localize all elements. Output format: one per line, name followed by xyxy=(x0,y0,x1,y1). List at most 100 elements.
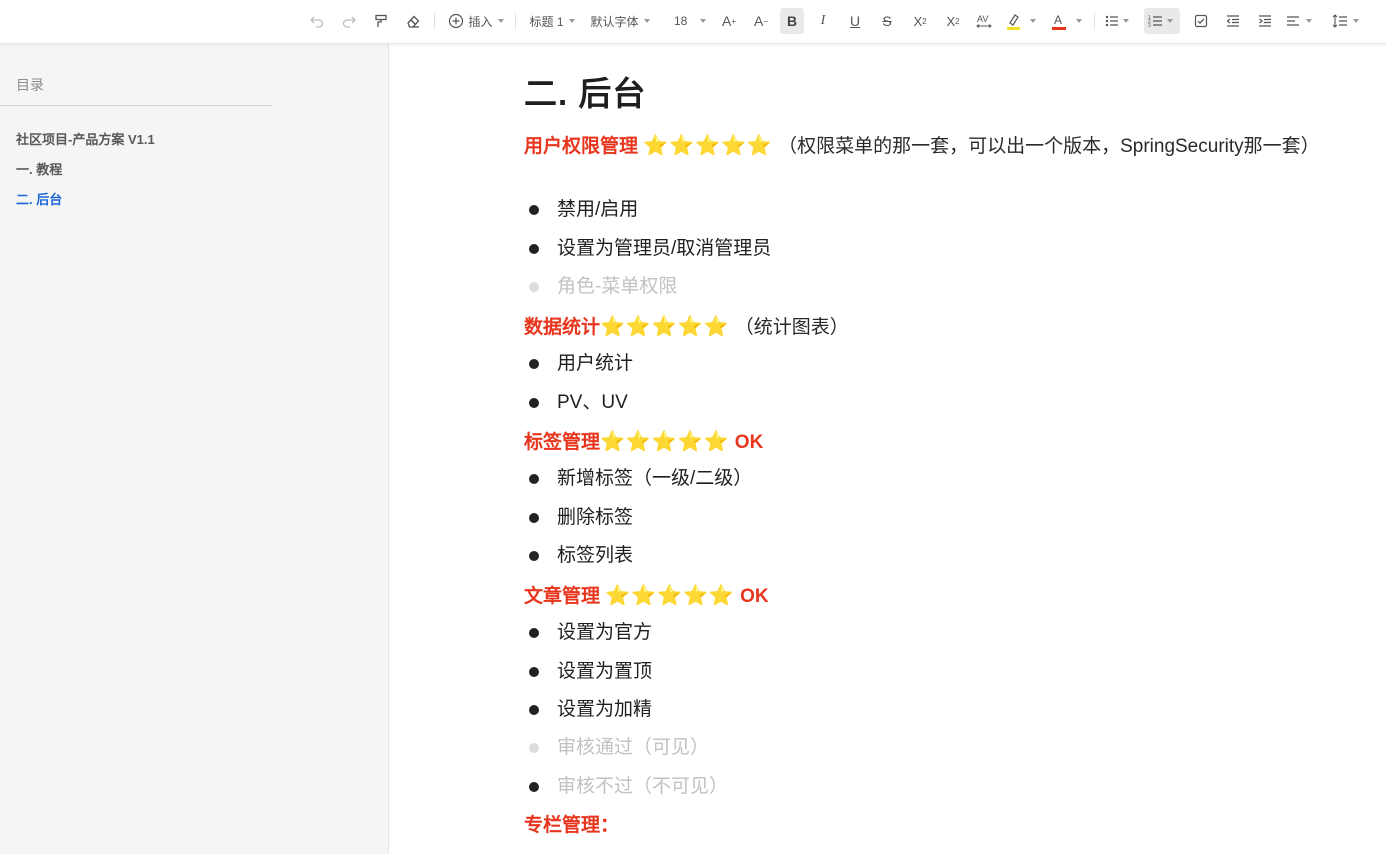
chevron-down-icon xyxy=(1076,19,1082,23)
chevron-down-icon xyxy=(643,19,650,23)
list-item-text: 禁用/启用 xyxy=(557,199,639,220)
highlight-color-button[interactable] xyxy=(1004,8,1040,34)
superscript-icon[interactable]: X2 xyxy=(941,8,965,34)
chevron-down-icon xyxy=(700,19,707,23)
chevron-down-icon xyxy=(1030,19,1036,23)
svg-text:AV: AV xyxy=(977,14,988,24)
numbered-list-icon: 123 xyxy=(1148,15,1162,29)
star-rating: ⭐️⭐️⭐️⭐️⭐️ xyxy=(605,585,735,607)
status-ok: OK xyxy=(734,586,769,607)
list-item-text: 审核不过（不可见） xyxy=(557,776,729,797)
list-item-text: 设置为管理员/取消管理员 xyxy=(557,238,772,259)
bullet-dot xyxy=(529,398,539,408)
checklist-icon[interactable] xyxy=(1190,8,1212,34)
page-title: 二. 后台 xyxy=(524,75,647,112)
highlighter-icon xyxy=(1007,14,1020,30)
align-button[interactable] xyxy=(1286,8,1322,34)
plus-circle-icon xyxy=(449,13,464,29)
bullet-dot xyxy=(529,244,539,254)
outdent-icon[interactable] xyxy=(1222,8,1244,34)
heading-style-value: 标题 1 xyxy=(529,14,564,29)
section-heading-user-permissions: 用户权限管理 ⭐️⭐️⭐️⭐️⭐️ （权限菜单的那一套，可以出一个版本，Spri… xyxy=(524,133,1346,160)
star-rating: ⭐️⭐️⭐️⭐️⭐️ xyxy=(643,135,773,157)
toc-title: 目录 xyxy=(16,77,44,93)
chevron-down-icon xyxy=(1123,19,1129,23)
toolbar-separator xyxy=(434,13,435,29)
bullet-list-icon xyxy=(1105,15,1118,27)
section-title: 用户权限管理 xyxy=(524,136,639,157)
toc-item-doc-title[interactable]: 社区项目-产品方案 V1.1 xyxy=(16,129,155,148)
star-rating: ⭐️⭐️⭐️⭐️⭐️ xyxy=(600,316,730,338)
font-family-value: 默认字体 xyxy=(590,14,639,29)
numbered-list-button[interactable]: 123 xyxy=(1144,8,1180,34)
section-title: 标签管理 xyxy=(524,432,601,453)
star-rating: ⭐️⭐️⭐️⭐️⭐️ xyxy=(600,431,730,453)
svg-text:A: A xyxy=(1054,13,1062,27)
section-heading-articles: 文章管理 ⭐️⭐️⭐️⭐️⭐️ OK xyxy=(524,583,1346,610)
toc-item-backend[interactable]: 二. 后台 xyxy=(16,189,62,208)
bullet-dot xyxy=(529,705,539,715)
toc-sidebar: 目录 社区项目-产品方案 V1.1 一. 教程 二. 后台 xyxy=(0,44,389,854)
bullet-dot xyxy=(529,282,539,292)
bullet-dot xyxy=(529,513,539,523)
line-height-icon xyxy=(1332,14,1347,28)
list-item-text: 标签列表 xyxy=(557,545,634,566)
list-item-text: PV、UV xyxy=(557,392,628,413)
font-color-button[interactable]: A xyxy=(1050,8,1086,34)
list-item-text: 用户统计 xyxy=(557,353,634,374)
chevron-down-icon xyxy=(1353,19,1359,23)
bullet-dot xyxy=(529,551,539,561)
align-left-icon xyxy=(1287,16,1299,26)
font-size-value: 18 xyxy=(674,14,688,28)
svg-text:3: 3 xyxy=(1148,23,1151,29)
toolbar-separator xyxy=(515,13,516,29)
heading-style-select[interactable]: 标题 1 xyxy=(526,8,578,34)
section-heading-data-stats: 数据统计⭐️⭐️⭐️⭐️⭐️ （统计图表） xyxy=(524,314,1346,341)
insert-button[interactable]: 插入 xyxy=(446,8,506,34)
list-item-text: 审核通过（可见） xyxy=(557,737,710,758)
italic-icon[interactable]: I xyxy=(812,8,834,34)
status-ok: OK xyxy=(729,432,764,453)
insert-label: 插入 xyxy=(468,14,493,29)
strikethrough-icon[interactable]: S xyxy=(876,8,898,34)
increase-font-icon[interactable]: A + xyxy=(718,8,740,34)
section-heading-columns: 专栏管理： xyxy=(524,813,1346,839)
toc-item-tutorial[interactable]: 一. 教程 xyxy=(16,159,62,178)
list-item-text: 设置为官方 xyxy=(557,622,653,643)
section-note: （统计图表） xyxy=(729,317,849,338)
bullet-dot xyxy=(529,474,539,484)
bullet-dot xyxy=(529,667,539,677)
redo-icon[interactable] xyxy=(338,8,360,34)
decrease-font-icon[interactable]: A − xyxy=(750,8,772,34)
font-family-select[interactable]: 默认字体 xyxy=(588,8,652,34)
chevron-down-icon xyxy=(1306,19,1312,23)
font-color-icon: A xyxy=(1052,13,1066,30)
section-title: 数据统计 xyxy=(524,317,601,338)
bullet-dot xyxy=(529,359,539,369)
eraser-icon[interactable] xyxy=(402,8,424,34)
section-title: 文章管理 xyxy=(524,586,601,607)
chevron-down-icon xyxy=(1167,19,1173,23)
format-painter-icon[interactable] xyxy=(370,8,392,34)
list-item-text: 设置为加精 xyxy=(557,699,653,720)
toolbar-separator xyxy=(1094,13,1095,29)
indent-icon[interactable] xyxy=(1254,8,1276,34)
list-item-text: 新增标签（一级/二级） xyxy=(557,468,753,489)
list-item-text: 设置为置顶 xyxy=(557,661,653,682)
line-height-button[interactable] xyxy=(1332,8,1368,34)
font-size-select[interactable]: 18 xyxy=(670,8,708,34)
undo-icon[interactable] xyxy=(306,8,328,34)
letter-spacing-icon[interactable]: AV xyxy=(973,8,995,34)
bullet-dot xyxy=(529,205,539,215)
chevron-down-icon xyxy=(497,19,504,23)
section-note: （权限菜单的那一套，可以出一个版本，SpringSecurity那一套） xyxy=(772,136,1320,157)
chevron-down-icon xyxy=(568,19,575,23)
bold-icon[interactable]: B xyxy=(780,8,804,34)
underline-icon[interactable]: U xyxy=(844,8,866,34)
subscript-icon[interactable]: X2 xyxy=(908,8,932,34)
list-item-text: 角色-菜单权限 xyxy=(557,276,678,297)
bullet-dot xyxy=(529,782,539,792)
section-title: 专栏管理： xyxy=(524,815,620,836)
bullet-list-button[interactable] xyxy=(1104,8,1136,34)
editor-toolbar: 插入 标题 1 默认字体 18 A + A − B I U S X2 X2 AV A… xyxy=(0,0,1386,44)
